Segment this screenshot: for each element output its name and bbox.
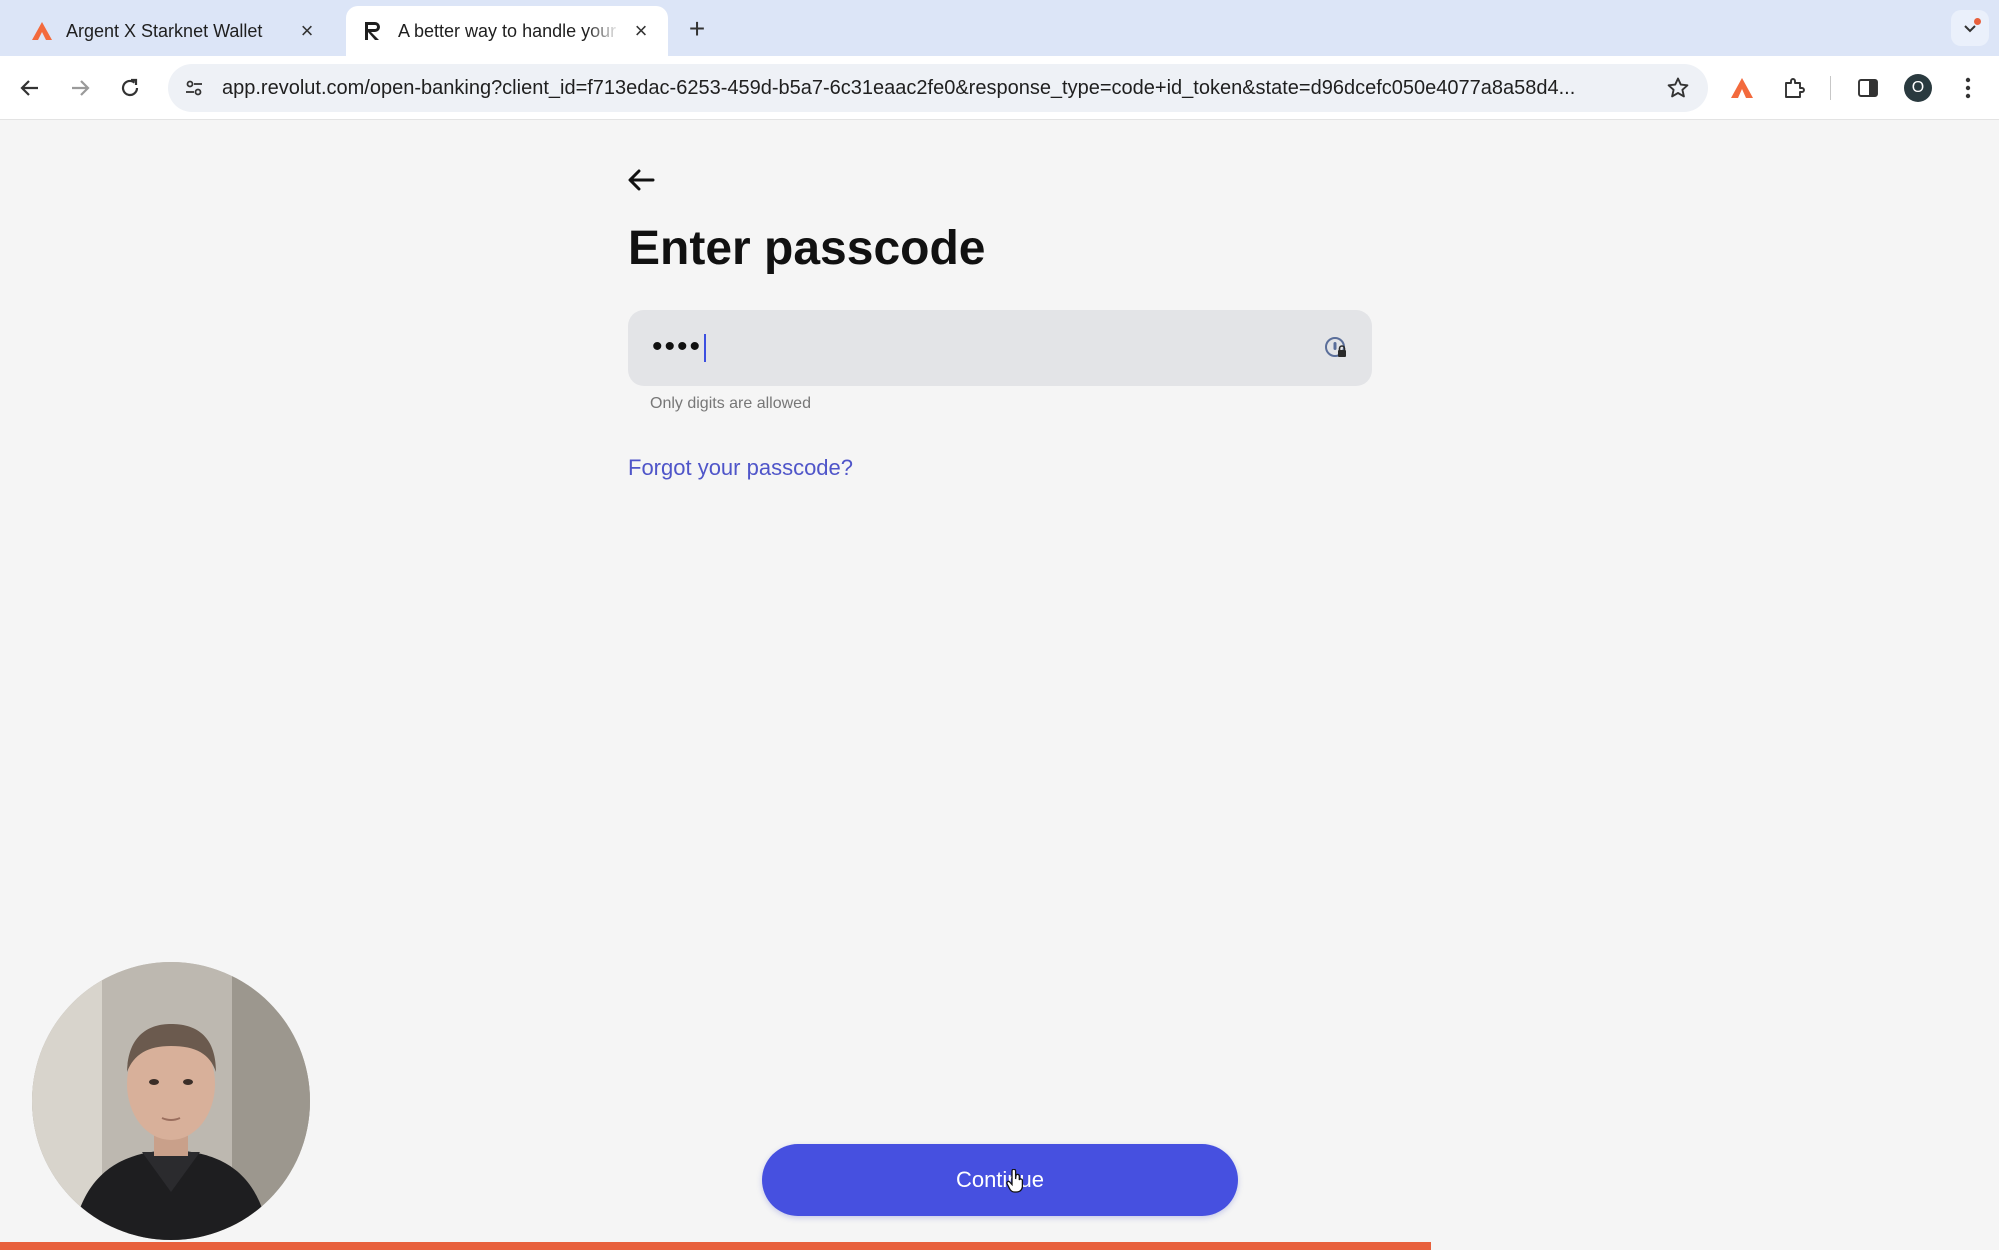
tab-argent-x[interactable]: Argent X Starknet Wallet ×: [14, 6, 334, 56]
passcode-value: ••••: [652, 328, 707, 366]
tab-revolut[interactable]: A better way to handle your m ×: [346, 6, 668, 56]
passcode-input[interactable]: ••••: [628, 310, 1372, 386]
tab-title: Argent X Starknet Wallet: [66, 20, 263, 41]
argent-logo-icon: [30, 19, 54, 43]
kebab-menu-icon: [1965, 77, 1971, 99]
argent-logo-icon: [1731, 78, 1753, 98]
extensions-button[interactable]: [1776, 70, 1812, 106]
tab-search-button[interactable]: [1951, 10, 1989, 46]
url-text: app.revolut.com/open-banking?client_id=f…: [222, 76, 1576, 99]
continue-button[interactable]: Continue: [762, 1144, 1238, 1216]
page-load-progress: [0, 1242, 1999, 1250]
arrow-left-icon: [628, 169, 655, 191]
close-icon[interactable]: ×: [296, 18, 318, 43]
arrow-right-icon: [72, 80, 90, 96]
site-settings-icon[interactable]: [172, 66, 216, 110]
presenter-video-image: [32, 962, 310, 1240]
text-caret: [704, 334, 707, 363]
forgot-passcode-link[interactable]: Forgot your passcode?: [628, 455, 853, 481]
back-button[interactable]: [12, 70, 48, 106]
tab-title: A better way to handle your m: [398, 20, 620, 41]
page-content: Enter passcode •••• Only digits are allo…: [0, 121, 1999, 1250]
side-panel-icon: [1858, 79, 1878, 97]
bookmark-star-icon[interactable]: [1662, 72, 1694, 104]
new-tab-button[interactable]: +: [680, 12, 714, 46]
toolbar-divider: [1830, 76, 1831, 100]
password-manager-icon[interactable]: [1322, 334, 1350, 362]
revolut-logo-icon: [362, 19, 386, 43]
side-panel-button[interactable]: [1850, 70, 1886, 106]
puzzle-icon: [1785, 78, 1805, 98]
argent-extension-button[interactable]: [1724, 70, 1760, 106]
back-arrow-button[interactable]: [624, 163, 658, 197]
hand-cursor-icon: [1006, 1169, 1024, 1193]
close-icon[interactable]: ×: [630, 18, 652, 43]
progress-fill: [0, 1242, 1432, 1250]
browser-toolbar: app.revolut.com/open-banking?client_id=f…: [0, 56, 1999, 120]
page-title: Enter passcode: [628, 222, 986, 275]
notification-dot: [1974, 18, 1981, 25]
tab-strip: Argent X Starknet Wallet × A better way …: [0, 0, 1999, 56]
avatar: O: [1904, 74, 1932, 102]
address-bar[interactable]: app.revolut.com/open-banking?client_id=f…: [168, 64, 1708, 112]
reload-button[interactable]: [112, 70, 148, 106]
arrow-left-icon: [20, 80, 38, 96]
webcam-overlay: [32, 962, 310, 1240]
browser-menu-button[interactable]: [1950, 70, 1986, 106]
passcode-hint: Only digits are allowed: [650, 395, 811, 412]
forward-button[interactable]: [62, 70, 98, 106]
reload-icon: [121, 78, 139, 97]
profile-button[interactable]: O: [1900, 70, 1936, 106]
